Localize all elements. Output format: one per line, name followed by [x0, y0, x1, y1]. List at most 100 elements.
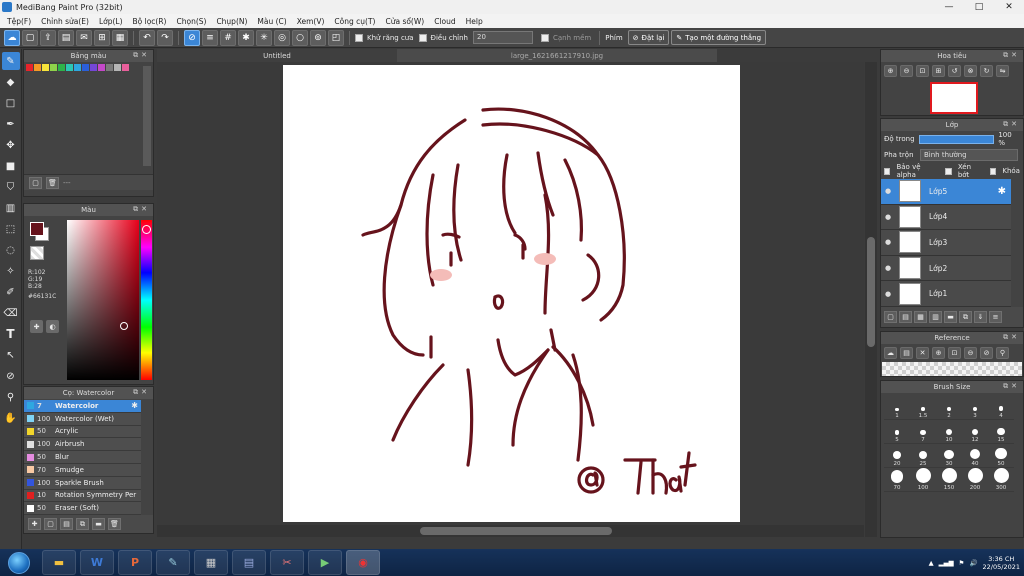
antialias-checkbox[interactable] — [355, 33, 363, 42]
menu-file[interactable]: Tệp(F) — [2, 17, 36, 26]
saturation-value-picker[interactable] — [67, 220, 139, 380]
pen-tool-icon[interactable]: ✒ — [2, 115, 20, 133]
clipping-checkbox[interactable] — [945, 167, 952, 175]
export-icon[interactable]: ⊞ — [94, 29, 110, 46]
tab-reference-image[interactable]: large_1621661217910.jpg — [397, 49, 717, 62]
hand-tool-icon[interactable]: ✋ — [2, 409, 20, 427]
move-tool-icon[interactable]: ✥ — [2, 136, 20, 154]
menu-color[interactable]: Màu (C) — [252, 17, 291, 26]
panel-buttons-icon[interactable]: ⧉✕ — [1003, 51, 1020, 60]
new-1bit-layer-icon[interactable]: ▥ — [929, 311, 942, 323]
undo-icon[interactable]: ↶ — [139, 29, 155, 46]
brush-size-option[interactable]: 10 — [936, 420, 962, 444]
select-eraser-tool-icon[interactable]: ⌫ — [2, 304, 20, 322]
brush-size-option[interactable]: 50 — [988, 444, 1014, 468]
ref-zoom-in-icon[interactable]: ⊕ — [932, 347, 945, 359]
palette-add-icon[interactable]: ✚ — [30, 320, 43, 333]
new-file-icon[interactable]: ▢ — [22, 29, 38, 46]
new-layer-icon[interactable]: ▢ — [884, 311, 897, 323]
ref-eyedropper-icon[interactable]: ⚲ — [996, 347, 1009, 359]
ref-close-icon[interactable]: ✕ — [916, 347, 929, 359]
brush-item[interactable]: 7 Watercolor ✱ — [24, 400, 141, 413]
gradient-tool-icon[interactable]: ▥ — [2, 199, 20, 217]
comment-icon[interactable]: ✉ — [76, 29, 92, 46]
network-taskbar-icon[interactable]: ▤ — [232, 550, 266, 575]
palette-swatch[interactable] — [106, 64, 113, 71]
bucket-tool-icon[interactable]: ⛉ — [2, 178, 20, 196]
palette-swatch[interactable] — [122, 64, 129, 71]
brush-add-icon[interactable]: ✚ — [28, 518, 41, 530]
navigator-thumbnail[interactable] — [930, 82, 978, 114]
clock[interactable]: 3:36 CH 22/05/2021 — [983, 555, 1020, 571]
palette-scrollbar[interactable] — [143, 66, 151, 166]
palette-swatch[interactable] — [74, 64, 81, 71]
medibang-taskbar-icon[interactable]: ◉ — [346, 550, 380, 575]
transparent-color[interactable] — [30, 246, 44, 260]
lasso-tool-icon[interactable]: ◌ — [2, 241, 20, 259]
eraser-tool-icon[interactable]: ◆ — [2, 73, 20, 91]
brush-size-option[interactable]: 1 — [884, 396, 910, 420]
brush-size-option[interactable]: 4 — [988, 396, 1014, 420]
lock-checkbox[interactable] — [989, 167, 997, 175]
brush-size-option[interactable]: 150 — [936, 468, 962, 492]
media-taskbar-icon[interactable]: ▶ — [308, 550, 342, 575]
visibility-eye-icon[interactable]: ● — [881, 264, 895, 272]
text-tool-icon[interactable]: T — [2, 325, 20, 343]
open-icon[interactable]: ⇪ — [40, 29, 56, 46]
grid-ruler-icon[interactable]: # — [220, 29, 236, 46]
maximize-button[interactable]: □ — [964, 0, 994, 14]
powerpoint-taskbar-icon[interactable]: P — [118, 550, 152, 575]
palette-new-icon[interactable]: ▢ — [29, 176, 42, 189]
color-mix-icon[interactable]: ◐ — [46, 320, 59, 333]
palette-swatch[interactable] — [58, 64, 65, 71]
tray-expand-icon[interactable]: ▲ — [929, 559, 934, 567]
rotate-left-icon[interactable]: ↺ — [948, 65, 961, 77]
layer-row[interactable]: ● Lớp3 — [881, 230, 1011, 256]
canvas-vertical-scrollbar[interactable] — [865, 62, 877, 537]
menu-snap[interactable]: Chụp(N) — [211, 17, 252, 26]
panel-buttons-icon[interactable]: ⧉✕ — [133, 388, 150, 397]
fill-rect-tool-icon[interactable]: ■ — [2, 157, 20, 175]
ref-zoom-icon[interactable]: ⊘ — [980, 347, 993, 359]
cloud-icon[interactable]: ☁ — [4, 29, 20, 46]
concentric-icon[interactable]: ◎ — [274, 29, 290, 46]
menu-layer[interactable]: Lớp(L) — [94, 17, 128, 26]
brush-size-option[interactable]: 200 — [962, 468, 988, 492]
ref-cloud-icon[interactable]: ☁ — [884, 347, 897, 359]
zoom-in-icon[interactable]: ⊕ — [884, 65, 897, 77]
panel-buttons-icon[interactable]: ⧉✕ — [1003, 120, 1020, 129]
menu-edit[interactable]: Chỉnh sửa(E) — [36, 17, 94, 26]
reset-button[interactable]: ⊘ Đặt lại — [627, 30, 670, 45]
protect-alpha-checkbox[interactable] — [884, 167, 891, 175]
panel-buttons-icon[interactable]: ⧉✕ — [133, 51, 150, 60]
redo-icon[interactable]: ↷ — [157, 29, 173, 46]
zoom-out-icon[interactable]: ⊖ — [900, 65, 913, 77]
ref-zoom-out-icon[interactable]: ⊖ — [964, 347, 977, 359]
panel-buttons-icon[interactable]: ⧉✕ — [133, 205, 150, 214]
word-taskbar-icon[interactable]: W — [80, 550, 114, 575]
explorer-taskbar-icon[interactable]: ▬ — [42, 550, 76, 575]
brush-size-option[interactable]: 20 — [884, 444, 910, 468]
menu-view[interactable]: Xem(V) — [292, 17, 330, 26]
brush-size-option[interactable]: 15 — [988, 420, 1014, 444]
ref-open-icon[interactable]: ▤ — [900, 347, 913, 359]
close-button[interactable]: ✕ — [994, 0, 1024, 14]
palette-swatch[interactable] — [90, 64, 97, 71]
brush-item[interactable]: 50 Eraser (Soft) — [24, 502, 141, 516]
visibility-eye-icon[interactable]: ● — [881, 290, 895, 298]
rotate-reset-icon[interactable]: ⊗ — [964, 65, 977, 77]
radial-ruler-icon[interactable]: ✱ — [238, 29, 254, 46]
share-icon[interactable]: ▦ — [112, 29, 128, 46]
palette-swatch[interactable] — [114, 64, 121, 71]
brush-size-option[interactable]: 70 — [884, 468, 910, 492]
radial-line-icon[interactable]: ✳ — [256, 29, 272, 46]
menu-window[interactable]: Cửa sổ(W) — [380, 17, 429, 26]
panel-buttons-icon[interactable]: ⧉✕ — [1003, 333, 1020, 342]
brush-size-option[interactable]: 300 — [988, 468, 1014, 492]
brush-item[interactable]: 50 Acrylic — [24, 425, 141, 439]
hue-slider[interactable] — [141, 220, 152, 380]
parallel-ruler-icon[interactable]: ≡ — [202, 29, 218, 46]
hue-cursor[interactable] — [142, 225, 151, 234]
symmetry-icon[interactable]: ◰ — [328, 29, 344, 46]
flip-icon[interactable]: ⇋ — [996, 65, 1009, 77]
